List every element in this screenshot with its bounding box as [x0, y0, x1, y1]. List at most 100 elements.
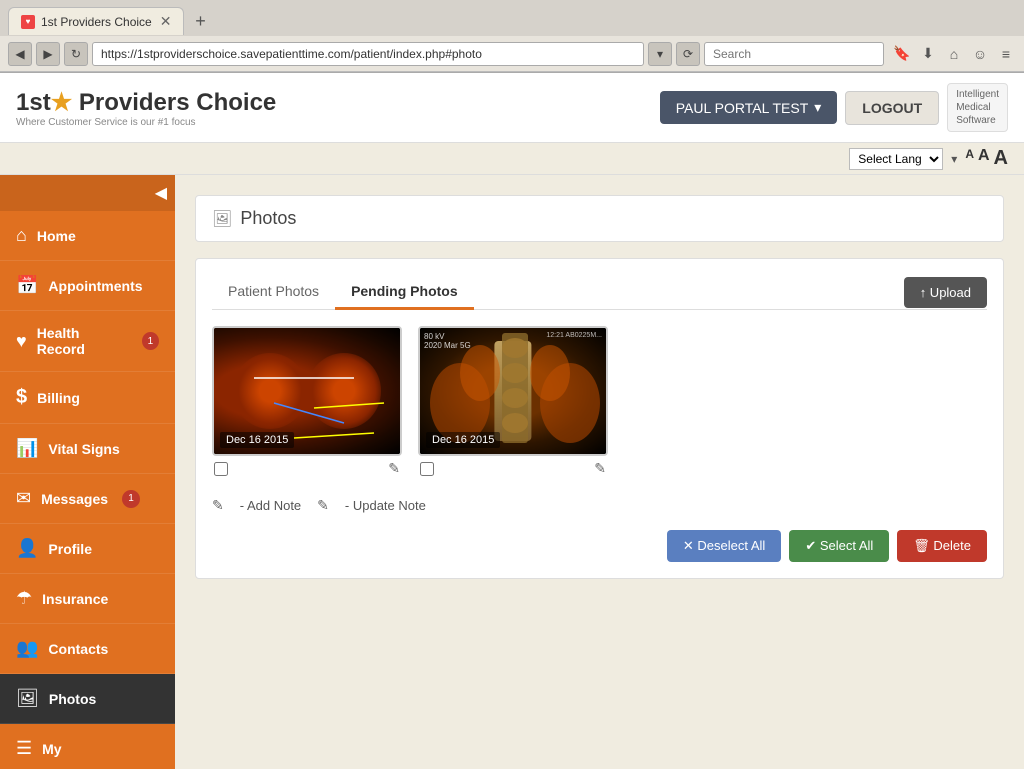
reload-btn[interactable]: ⟳	[676, 42, 700, 66]
health-record-badge: 1	[142, 332, 159, 350]
font-small-btn[interactable]: A	[965, 147, 974, 170]
logo-tagline: Where Customer Service is our #1 focus	[16, 117, 276, 128]
sidebar-insurance-label: Insurance	[42, 591, 108, 607]
photos-card: Patient Photos Pending Photos ↑ Upload	[195, 258, 1004, 579]
tab-close-btn[interactable]: ✕	[160, 13, 172, 30]
language-select[interactable]: Select Lang	[849, 148, 943, 170]
photo-item-2: 80 kV 2020 Mar 5G 12:21 AB0225M... Dec 1…	[418, 326, 608, 481]
sidebar-collapse-btn[interactable]: ◀	[0, 175, 175, 211]
logo: 1st★ Providers Choice Where Customer Ser…	[16, 88, 276, 128]
sidebar-messages-label: Messages	[41, 491, 108, 507]
photo-date-2: Dec 16 2015	[426, 432, 500, 448]
photo-checkbox-1[interactable]	[214, 462, 228, 476]
portal-dropdown-icon: ▾	[814, 99, 821, 116]
photo-edit-icon-2[interactable]: ✎	[594, 460, 606, 477]
new-tab-btn[interactable]: +	[188, 9, 212, 33]
home-icon: ⌂	[16, 225, 27, 246]
app-body: ◀ ⌂ Home 📅 Appointments ♥ Health Record …	[0, 175, 1024, 769]
sidebar-profile-label: Profile	[48, 541, 92, 557]
update-note-label: - Update Note	[345, 498, 426, 513]
page-title: Photos	[240, 208, 296, 229]
tab-pending-photos[interactable]: Pending Photos	[335, 275, 474, 310]
update-note-icon: ✎	[317, 497, 329, 514]
url-bar[interactable]	[92, 42, 644, 66]
sidebar-item-photos[interactable]: 🖼 Photos	[0, 674, 175, 724]
sidebar-vital-label: Vital Signs	[48, 441, 119, 457]
envelope-icon: ✉	[16, 488, 31, 509]
logo-1st: 1st	[16, 89, 51, 116]
messages-badge: 1	[122, 490, 140, 508]
home-nav-icon[interactable]: ⌂	[944, 44, 964, 64]
sidebar-item-messages[interactable]: ✉ Messages 1	[0, 474, 175, 524]
photos-grid: Dec 16 2015 ✎	[212, 326, 987, 481]
main-content: 🖼 Photos Patient Photos Pending Photos ↑…	[175, 175, 1024, 769]
logo-brand: Providers Choice	[79, 89, 276, 116]
browser-search-input[interactable]	[704, 42, 884, 66]
photo-checkbox-2[interactable]	[420, 462, 434, 476]
language-bar: Select Lang ▾ A A A	[0, 143, 1024, 175]
page-header: 🖼 Photos	[195, 195, 1004, 242]
delete-btn[interactable]: 🗑 Delete	[897, 530, 987, 562]
chart-icon: 📊	[16, 438, 38, 459]
portal-user-btn[interactable]: PAUL PORTAL TEST ▾	[660, 91, 838, 124]
photo-frame-2[interactable]: 80 kV 2020 Mar 5G 12:21 AB0225M... Dec 1…	[418, 326, 608, 456]
sidebar-item-home[interactable]: ⌂ Home	[0, 211, 175, 261]
my-icon: ☰	[16, 738, 32, 759]
calendar-icon: 📅	[16, 275, 38, 296]
portal-user-label: PAUL PORTAL TEST	[676, 100, 809, 116]
sidebar-photos-label: Photos	[49, 691, 96, 707]
person-icon: 👤	[16, 538, 38, 559]
sidebar-item-contacts[interactable]: 👥 Contacts	[0, 624, 175, 674]
sidebar-billing-label: Billing	[37, 390, 80, 406]
sidebar-item-health-record[interactable]: ♥ Health Record 1	[0, 311, 175, 372]
collapse-icon: ◀	[155, 183, 167, 203]
bookmark-icon[interactable]: 🔖	[892, 44, 912, 64]
browser-tab[interactable]: ♥ 1st Providers Choice ✕	[8, 7, 184, 35]
photos-icon: 🖼	[16, 688, 39, 709]
billing-icon: $	[16, 386, 27, 409]
font-large-btn[interactable]: A	[994, 147, 1008, 170]
forward-btn[interactable]: ▶	[36, 42, 60, 66]
logo-star: ★	[51, 89, 73, 116]
heart-icon: ♥	[16, 331, 27, 352]
sidebar-item-my[interactable]: ☰ My	[0, 724, 175, 769]
photo-frame-1[interactable]: Dec 16 2015	[212, 326, 402, 456]
photo-date-1: Dec 16 2015	[220, 432, 294, 448]
deselect-all-btn[interactable]: ✕ Deselect All	[667, 530, 781, 562]
upload-btn[interactable]: ↑ Upload	[904, 277, 987, 308]
logout-btn[interactable]: LOGOUT	[845, 91, 939, 125]
dropdown-btn[interactable]: ▾	[648, 42, 672, 66]
font-medium-btn[interactable]: A	[978, 147, 990, 170]
sidebar-item-profile[interactable]: 👤 Profile	[0, 524, 175, 574]
add-note-label: - Add Note	[240, 498, 301, 513]
logo-main: 1st★ Providers Choice	[16, 88, 276, 117]
sidebar-item-vital-signs[interactable]: 📊 Vital Signs	[0, 424, 175, 474]
font-controls: A A A	[965, 147, 1008, 170]
lang-arrow-icon: ▾	[951, 152, 957, 166]
sidebar-home-label: Home	[37, 228, 76, 244]
ims-text: IntelligentMedicalSoftware	[956, 88, 999, 127]
umbrella-icon: ☂	[16, 588, 32, 609]
sidebar-item-billing[interactable]: $ Billing	[0, 372, 175, 424]
sidebar-item-insurance[interactable]: ☂ Insurance	[0, 574, 175, 624]
ct-series-2: 12:21 AB0225M...	[546, 332, 602, 339]
download-icon[interactable]: ⬇	[918, 44, 938, 64]
menu-icon[interactable]: ≡	[996, 44, 1016, 64]
action-buttons: ✕ Deselect All ✔ Select All 🗑 Delete	[212, 530, 987, 562]
photo-item-1: Dec 16 2015 ✎	[212, 326, 402, 481]
contacts-icon: 👥	[16, 638, 38, 659]
select-all-btn[interactable]: ✔ Select All	[789, 530, 889, 562]
photo-edit-icon-1[interactable]: ✎	[388, 460, 400, 477]
add-note-icon: ✎	[212, 497, 224, 514]
note-legend: ✎ - Add Note ✎ - Update Note	[212, 497, 987, 514]
sidebar-item-appointments[interactable]: 📅 Appointments	[0, 261, 175, 311]
back-btn[interactable]: ◀	[8, 42, 32, 66]
sidebar: ◀ ⌂ Home 📅 Appointments ♥ Health Record …	[0, 175, 175, 769]
tab-favicon: ♥	[21, 15, 35, 29]
refresh-btn[interactable]: ↻	[64, 42, 88, 66]
user-icon[interactable]: ☺	[970, 44, 990, 64]
tab-title: 1st Providers Choice	[41, 15, 152, 29]
header-actions: PAUL PORTAL TEST ▾ LOGOUT IntelligentMed…	[660, 83, 1008, 132]
logo-text: 1st★ Providers Choice	[16, 89, 276, 116]
tab-patient-photos[interactable]: Patient Photos	[212, 275, 335, 310]
